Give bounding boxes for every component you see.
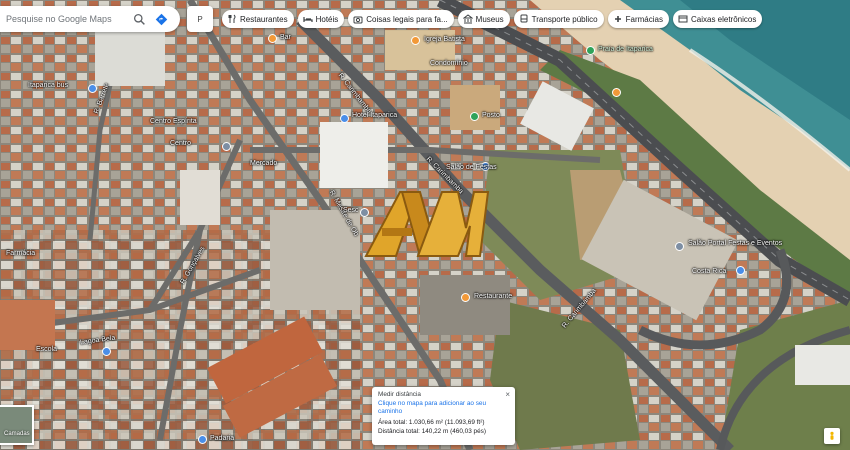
chip-transporte[interactable]: Transporte público xyxy=(513,10,604,28)
white-building xyxy=(320,122,388,188)
label-restaurante: Restaurante xyxy=(474,293,513,300)
pin-itaparica-bus-icon[interactable] xyxy=(88,84,97,93)
label-centro: Centro xyxy=(170,140,192,147)
label-salao: Salão de Festas xyxy=(446,164,497,171)
close-icon[interactable]: × xyxy=(505,390,510,401)
pin-restaurante-icon[interactable] xyxy=(461,293,470,302)
measure-distance: Distância total: 140,22 m (460,03 pés) xyxy=(378,427,486,435)
search-icon[interactable] xyxy=(130,10,148,28)
beach-pin-icon[interactable] xyxy=(586,46,595,55)
label-sesc: Sesc xyxy=(343,207,359,214)
tower-building xyxy=(95,28,165,86)
measure-distance-panel: Medir distância Clique no mapa para adic… xyxy=(372,387,515,445)
label-salao-eventos: Salão Portal Festas e Eventos xyxy=(688,240,783,247)
label-praia: Praia de Itaparica xyxy=(598,46,653,53)
measure-title: Medir distância xyxy=(378,391,421,398)
chip-label: Restaurantes xyxy=(240,14,288,24)
label-padaria: Padaria xyxy=(210,435,235,442)
chip-restaurantes[interactable]: Restaurantes xyxy=(222,10,294,28)
chip-label: Hotéis xyxy=(315,14,339,24)
pin-padaria-icon[interactable] xyxy=(198,435,207,444)
label-costa: Costa Rica xyxy=(692,268,727,275)
label-condominio: Condomínio xyxy=(430,60,468,67)
label-centro-espirita: Centro Espírita xyxy=(150,118,197,125)
pharmacy-icon xyxy=(613,14,623,24)
chip-label: Caixas eletrônicos xyxy=(690,14,757,24)
pin-hotel-icon[interactable] xyxy=(340,114,349,123)
measure-area: Área total: 1.030,66 m² (11.093,69 ft²) xyxy=(378,418,485,426)
pin-centro-icon[interactable] xyxy=(222,142,231,151)
pin-church-icon[interactable] xyxy=(411,36,420,45)
search-box[interactable] xyxy=(0,6,180,32)
pegman-icon[interactable] xyxy=(824,428,840,444)
building-east xyxy=(795,345,850,385)
chip-label: Transporte público xyxy=(531,14,598,24)
label-itaparica-bus: Itaparica bus xyxy=(28,82,69,89)
layers-button[interactable] xyxy=(0,405,34,445)
label-posto: Posto xyxy=(482,112,500,119)
chip-museus[interactable]: Museus xyxy=(457,10,510,28)
directions-icon[interactable] xyxy=(152,10,170,28)
hotel-icon xyxy=(302,14,313,24)
chip-farmacias[interactable]: Farmácias xyxy=(607,10,669,28)
orange-roof-building xyxy=(450,85,500,130)
pin-bar-icon[interactable] xyxy=(268,34,277,43)
building-mid xyxy=(180,170,220,225)
pin-posto-icon[interactable] xyxy=(470,112,479,121)
atm-icon xyxy=(678,14,688,24)
chip-label: Museus xyxy=(475,14,504,24)
building-block xyxy=(420,275,510,335)
street-view-button[interactable]: P xyxy=(187,6,213,32)
label-mercado: Mercado xyxy=(250,160,278,167)
label-escola: Escola xyxy=(36,346,58,353)
pin-costa-icon[interactable] xyxy=(736,266,745,275)
street-view-label: P xyxy=(197,14,203,24)
chip-caixas[interactable]: Caixas eletrônicos xyxy=(672,10,763,28)
chip-hoteis[interactable]: Hotéis xyxy=(297,10,345,28)
pin-event-hall-icon[interactable] xyxy=(675,242,684,251)
layers-label: Camadas xyxy=(4,431,30,437)
label-igreja: Igreja Batista xyxy=(424,36,465,43)
pin-lagoa-icon[interactable] xyxy=(102,347,111,356)
orange-pin-icon[interactable] xyxy=(612,88,621,97)
search-input[interactable] xyxy=(6,14,126,24)
chip-label: Coisas legais para fa... xyxy=(366,14,448,24)
am-logo xyxy=(364,191,490,257)
label-hotel: Hotel Itaparica xyxy=(352,112,398,119)
label-farmacia: Farmácia xyxy=(6,250,36,257)
chip-label: Farmácias xyxy=(625,14,663,24)
measure-hint: Clique no mapa para adicionar ao seu cam… xyxy=(378,399,487,416)
bus-icon xyxy=(519,14,529,24)
building-west xyxy=(0,300,55,350)
camera-icon xyxy=(353,14,363,24)
label-bar: Bar xyxy=(280,34,291,41)
chip-coisas-legais[interactable]: Coisas legais para fa... xyxy=(348,10,454,28)
restaurant-icon xyxy=(227,14,237,24)
museum-icon xyxy=(462,14,473,24)
category-chips: Restaurantes Hotéis Coisas legais para f… xyxy=(222,10,763,28)
